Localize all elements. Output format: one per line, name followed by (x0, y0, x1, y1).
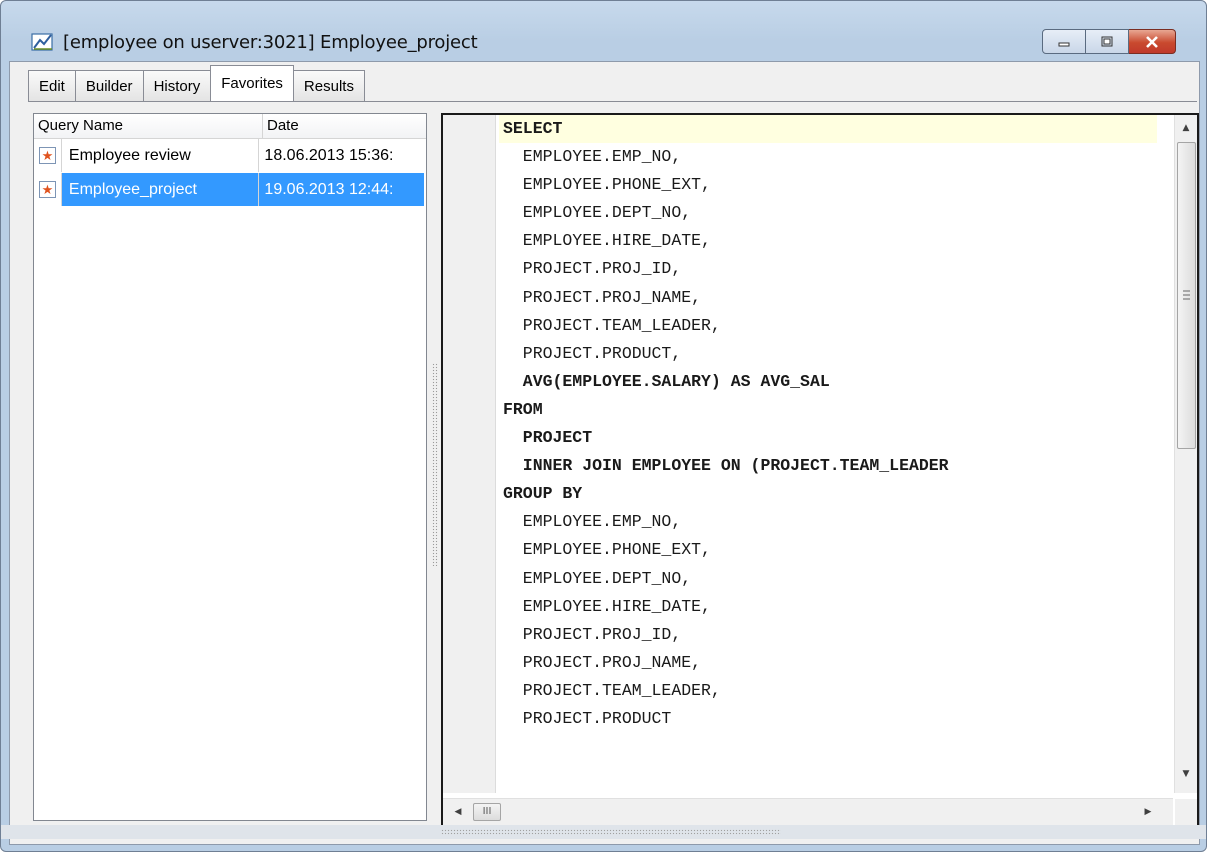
tab-edit[interactable]: Edit (28, 70, 76, 101)
scroll-right-arrow-icon[interactable]: ▶ (1137, 801, 1159, 823)
code-line: EMPLOYEE.DEPT_NO, (503, 203, 692, 223)
scroll-left-arrow-icon[interactable]: ◀ (447, 801, 469, 823)
star-icon: ★ (38, 181, 56, 198)
code-line: AVG(EMPLOYEE.SALARY) AS AVG_SAL (503, 371, 830, 391)
maximize-icon (1101, 36, 1113, 46)
tab-builder[interactable]: Builder (74, 70, 144, 101)
column-header-date[interactable]: Date (263, 114, 299, 138)
close-button[interactable] (1129, 29, 1176, 54)
sql-text-area[interactable]: SELECT EMPLOYEE.EMP_NO, EMPLOYEE.PHONE_E… (499, 115, 1157, 793)
vertical-scrollbar[interactable]: ▲ ▼ (1174, 115, 1197, 793)
code-line: PROJECT.PRODUCT (503, 708, 672, 728)
vertical-scroll-thumb[interactable] (1177, 142, 1196, 449)
query-window: [employee on userver:3021] Employee_proj… (0, 0, 1207, 852)
code-line: INNER JOIN EMPLOYEE ON (PROJECT.TEAM_LEA… (503, 456, 949, 476)
code-line: PROJECT.TEAM_LEADER, (503, 315, 721, 335)
code-line: EMPLOYEE.HIRE_DATE, (503, 231, 711, 251)
code-line: PROJECT (503, 428, 593, 448)
favorites-list-header: Query Name Date (34, 114, 426, 139)
code-line: PROJECT.PROJ_NAME, (503, 287, 702, 307)
tab-history[interactable]: History (142, 70, 212, 101)
grip-icon (1183, 290, 1190, 300)
star-icon: ★ (38, 147, 56, 164)
tab-results[interactable]: Results (292, 70, 365, 101)
scrollbar-corner (1175, 799, 1197, 825)
list-item-date: 19.06.2013 12:44: (259, 173, 424, 206)
window-title: [employee on userver:3021] Employee_proj… (63, 32, 478, 53)
close-icon (1146, 35, 1158, 48)
maximize-button[interactable] (1086, 29, 1129, 54)
favorites-tab-body: Query Name Date ★ Employee review 18.06.… (28, 101, 1199, 836)
splitter-grip (441, 829, 781, 835)
list-item[interactable]: ★ Employee review 18.06.2013 15:36: (34, 139, 424, 172)
code-line: PROJECT.PRODUCT, (503, 343, 682, 363)
code-line: EMPLOYEE.PHONE_EXT, (503, 540, 711, 560)
vertical-splitter[interactable] (432, 363, 438, 566)
list-item-name: Employee_project (61, 173, 260, 206)
code-line: EMPLOYEE.HIRE_DATE, (503, 596, 711, 616)
list-item-date: 18.06.2013 15:36: (264, 147, 394, 164)
code-line: FROM (503, 399, 543, 419)
code-line: PROJECT.TEAM_LEADER, (503, 680, 721, 700)
code-line: EMPLOYEE.EMP_NO, (503, 512, 682, 532)
code-line: PROJECT.PROJ_ID, (503, 624, 682, 644)
scroll-down-arrow-icon[interactable]: ▼ (1175, 763, 1197, 785)
window-client: Edit Builder History Favorites Results Q… (9, 61, 1200, 845)
query-builder-icon (31, 33, 53, 51)
sql-editor[interactable]: SELECT EMPLOYEE.EMP_NO, EMPLOYEE.PHONE_E… (441, 113, 1199, 827)
favorites-list[interactable]: Query Name Date ★ Employee review 18.06.… (33, 113, 427, 821)
code-line: PROJECT.PROJ_ID, (503, 259, 682, 279)
list-item-name: Employee review (62, 139, 260, 172)
code-line: EMPLOYEE.DEPT_NO, (503, 568, 692, 588)
minimize-icon (1058, 42, 1070, 46)
code-line: EMPLOYEE.EMP_NO, (503, 147, 682, 167)
window-controls (1042, 29, 1176, 54)
editor-gutter (443, 115, 496, 793)
list-item-selected[interactable]: ★ Employee_project 19.06.2013 12:44: (34, 173, 424, 206)
code-line: EMPLOYEE.PHONE_EXT, (503, 175, 711, 195)
horizontal-scrollbar[interactable]: ◀ III ▶ (443, 798, 1173, 825)
tab-favorites[interactable]: Favorites (210, 65, 294, 101)
minimize-button[interactable] (1042, 29, 1086, 54)
code-line: PROJECT.PROJ_NAME, (503, 652, 702, 672)
horizontal-scroll-thumb[interactable]: III (473, 803, 501, 821)
column-header-query-name[interactable]: Query Name (34, 114, 263, 138)
code-line: SELECT (499, 115, 1157, 144)
bottom-splitter[interactable] (1, 825, 1206, 839)
scroll-up-arrow-icon[interactable]: ▲ (1175, 117, 1197, 139)
tab-strip: Edit Builder History Favorites Results (28, 65, 365, 101)
title-bar[interactable]: [employee on userver:3021] Employee_proj… (1, 1, 1206, 61)
code-line: GROUP BY (503, 484, 583, 504)
